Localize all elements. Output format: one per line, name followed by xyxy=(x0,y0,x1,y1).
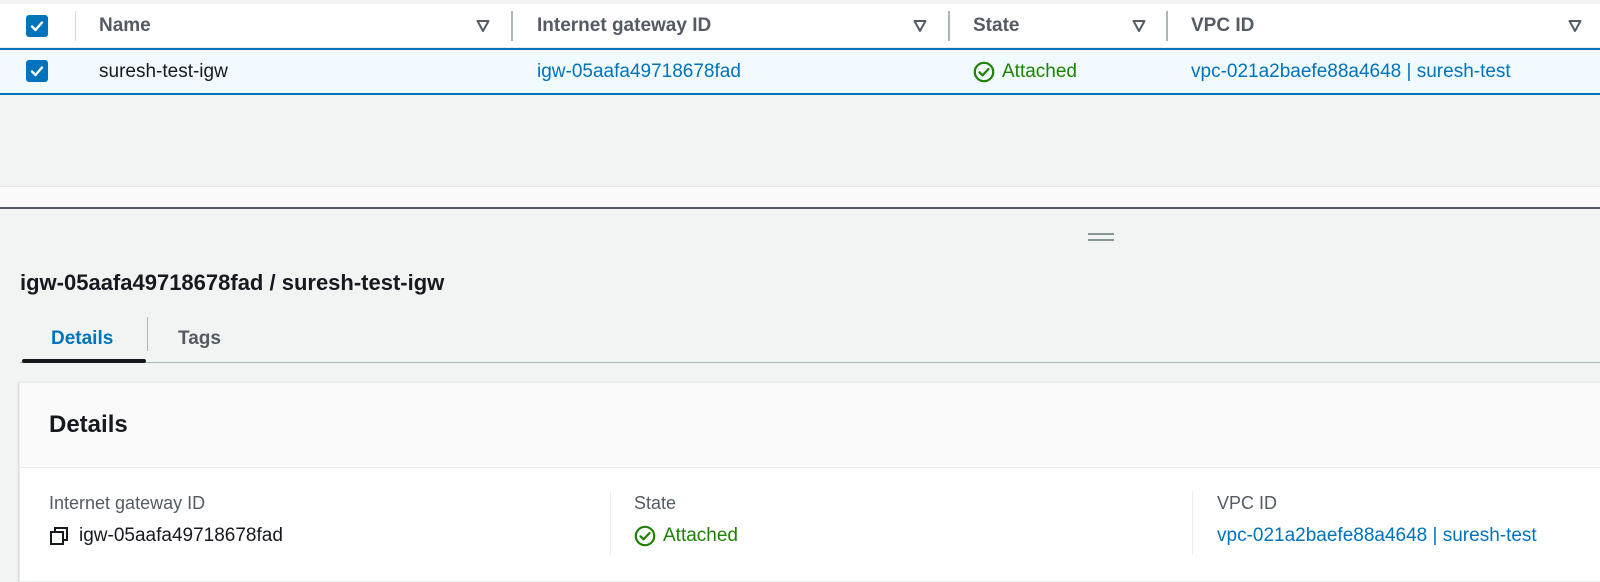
column-header-label: Internet gateway ID xyxy=(537,15,712,36)
field-label: State xyxy=(634,493,677,513)
split-panel-divider[interactable] xyxy=(0,207,1600,209)
field-value: igw-05aafa49718678fad xyxy=(49,523,283,549)
tab-tags[interactable]: Tags xyxy=(178,315,221,363)
table-empty-area xyxy=(0,95,1600,187)
column-separator xyxy=(75,11,76,41)
table-scroll-strip xyxy=(0,187,1600,207)
sort-triangle-icon[interactable] xyxy=(1132,19,1146,33)
column-resize-handle[interactable] xyxy=(1166,11,1168,41)
detail-panel-title: igw-05aafa49718678fad / suresh-test-igw xyxy=(20,270,445,295)
field-separator xyxy=(610,491,611,555)
tab-separator xyxy=(147,317,148,351)
tab-label: Details xyxy=(51,328,114,349)
resource-table: Name Internet gateway ID State VPC ID su… xyxy=(0,0,1600,208)
sort-triangle-icon[interactable] xyxy=(913,19,927,33)
column-resize-handle[interactable] xyxy=(511,11,513,41)
field-igw-id: Internet gateway ID igw-05aafa49718678fa… xyxy=(49,493,283,549)
table-row[interactable]: suresh-test-igw igw-05aafa49718678fad At… xyxy=(0,48,1600,95)
table-header: Name Internet gateway ID State VPC ID xyxy=(0,4,1600,48)
column-header-name[interactable]: Name xyxy=(99,4,151,48)
checkmark-icon xyxy=(30,66,44,77)
tab-details[interactable]: Details xyxy=(51,315,113,363)
column-header-label: Name xyxy=(99,15,151,36)
igw-id-value: igw-05aafa49718678fad xyxy=(79,525,283,546)
column-resize-handle[interactable] xyxy=(948,11,950,41)
details-card-header: Details xyxy=(20,383,1600,468)
column-header-state[interactable]: State xyxy=(973,4,1019,48)
column-header-label: State xyxy=(973,15,1020,36)
field-value: Attached xyxy=(634,523,738,549)
tab-label: Tags xyxy=(178,328,221,349)
drag-handle-icon[interactable] xyxy=(1088,233,1114,243)
cell-vpc-id-link[interactable]: vpc-021a2baefe88a4648 | suresh-test xyxy=(1191,50,1511,93)
row-select-checkbox[interactable] xyxy=(26,60,48,82)
cell-igw-id-link[interactable]: igw-05aafa49718678fad xyxy=(537,50,741,93)
field-state: State Attached xyxy=(634,493,738,549)
sort-triangle-icon[interactable] xyxy=(1568,19,1582,33)
column-header-label: VPC ID xyxy=(1191,15,1255,36)
column-header-vpc-id[interactable]: VPC ID xyxy=(1191,4,1254,48)
field-vpc-id: VPC ID vpc-021a2baefe88a4648 | suresh-te… xyxy=(1217,493,1537,549)
active-tab-indicator xyxy=(22,359,146,363)
details-card-title: Details xyxy=(49,411,128,438)
check-circle-icon xyxy=(634,525,656,547)
check-circle-icon xyxy=(973,61,995,82)
field-label: VPC ID xyxy=(1217,493,1278,513)
select-all-checkbox[interactable] xyxy=(26,15,48,37)
detail-tabs: Details Tags xyxy=(20,315,1600,363)
field-label: Internet gateway ID xyxy=(49,493,206,513)
state-value: Attached xyxy=(663,525,738,546)
details-card: Details Internet gateway ID igw-05aafa49… xyxy=(19,382,1600,582)
copy-icon[interactable] xyxy=(49,526,69,546)
state-text: Attached xyxy=(1002,60,1077,82)
vpc-id-link[interactable]: vpc-021a2baefe88a4648 | suresh-test xyxy=(1217,523,1537,549)
column-header-igw-id[interactable]: Internet gateway ID xyxy=(537,4,711,48)
cell-name: suresh-test-igw xyxy=(99,60,228,82)
cell-state: Attached xyxy=(973,50,1077,93)
field-separator xyxy=(1192,491,1193,555)
sort-triangle-icon[interactable] xyxy=(476,19,490,33)
checkmark-icon xyxy=(30,21,44,32)
